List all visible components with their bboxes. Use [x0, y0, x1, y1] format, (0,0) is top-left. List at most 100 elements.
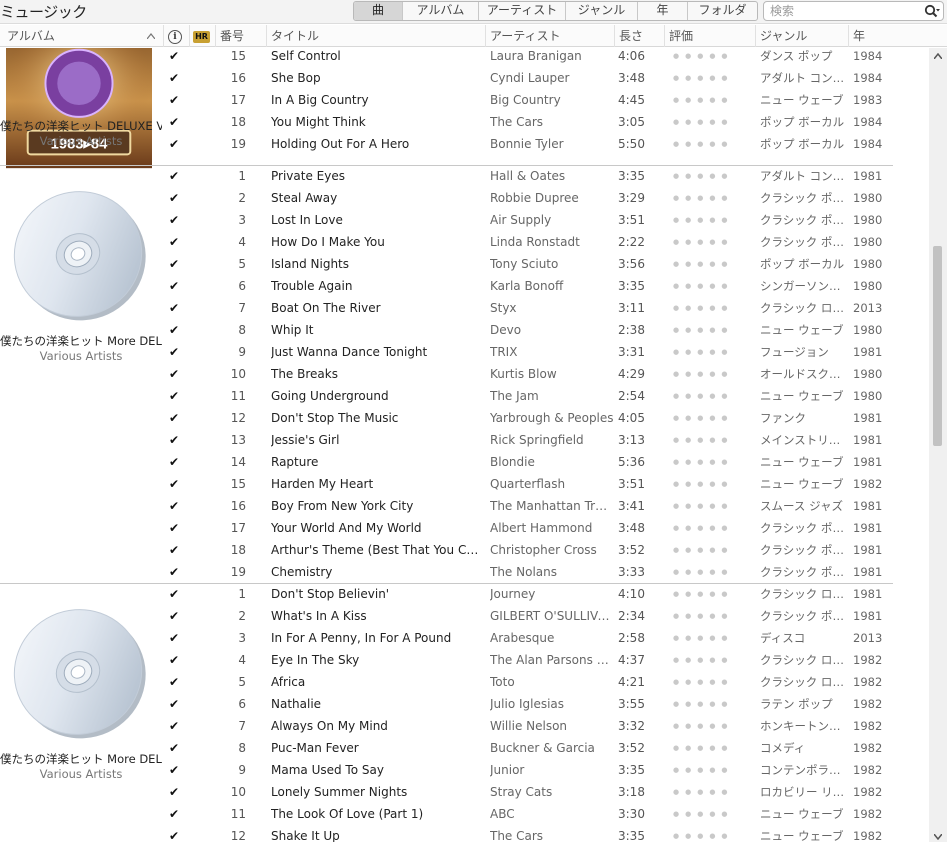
track-checkbox[interactable]: ✔: [169, 275, 183, 297]
track-rating[interactable]: ●●●●●: [673, 517, 753, 539]
track-checkbox[interactable]: ✔: [169, 561, 183, 583]
track-row[interactable]: ✔ 2 Steal Away Robbie Dupree 3:29 ●●●●● クラシック …: [162, 187, 893, 209]
track-checkbox[interactable]: ✔: [169, 605, 183, 627]
search-input[interactable]: [770, 3, 920, 19]
track-checkbox[interactable]: ✔: [169, 253, 183, 275]
track-row[interactable]: ✔ 11 Going Underground The Jam 2:54 ●●●●● ニュー …: [162, 385, 893, 407]
track-rating[interactable]: ●●●●●: [673, 275, 753, 297]
track-row[interactable]: ✔ 16 Boy From New York City The Manhattan T…: [162, 495, 893, 517]
track-checkbox[interactable]: ✔: [169, 429, 183, 451]
column-track-number[interactable]: 番号: [215, 25, 266, 47]
track-checkbox[interactable]: ✔: [169, 495, 183, 517]
track-row[interactable]: ✔ 9 Just Wanna Dance Tonight TRIX 3:31 ●●●●● フ…: [162, 341, 893, 363]
track-rating[interactable]: ●●●●●: [673, 605, 753, 627]
track-row[interactable]: ✔ 16 She Bop Cyndi Lauper 3:48 ●●●●● アダルト コンテン…: [162, 67, 893, 89]
track-checkbox[interactable]: ✔: [169, 539, 183, 561]
track-rating[interactable]: ●●●●●: [673, 165, 753, 187]
track-rating[interactable]: ●●●●●: [673, 67, 753, 89]
track-row[interactable]: ✔ 5 Island Nights Tony Sciuto 3:56 ●●●●● ポップ ボ…: [162, 253, 893, 275]
track-rating[interactable]: ●●●●●: [673, 473, 753, 495]
track-rating[interactable]: ●●●●●: [673, 48, 753, 67]
track-rating[interactable]: ●●●●●: [673, 583, 753, 605]
tab-artists[interactable]: アーティスト: [478, 2, 565, 20]
track-row[interactable]: ✔ 12 Shake It Up The Cars 3:35 ●●●●● ニュー ウェーブ 1…: [162, 825, 893, 842]
track-row[interactable]: ✔ 1 Don't Stop Believin' Journey 4:10 ●●●●● クラ…: [162, 583, 893, 605]
column-artist[interactable]: アーティスト: [485, 25, 614, 47]
track-checkbox[interactable]: ✔: [169, 341, 183, 363]
track-rating[interactable]: ●●●●●: [673, 209, 753, 231]
column-title[interactable]: タイトル: [266, 25, 485, 47]
track-rating[interactable]: ●●●●●: [673, 385, 753, 407]
track-checkbox[interactable]: ✔: [169, 111, 183, 133]
track-checkbox[interactable]: ✔: [169, 649, 183, 671]
track-checkbox[interactable]: ✔: [169, 825, 183, 842]
track-rating[interactable]: ●●●●●: [673, 231, 753, 253]
track-rating[interactable]: ●●●●●: [673, 451, 753, 473]
track-checkbox[interactable]: ✔: [169, 231, 183, 253]
track-checkbox[interactable]: ✔: [169, 759, 183, 781]
track-checkbox[interactable]: ✔: [169, 48, 183, 67]
track-row[interactable]: ✔ 8 Whip It Devo 2:38 ●●●●● ニュー ウェーブ 1980: [162, 319, 893, 341]
column-year[interactable]: 年: [848, 25, 929, 47]
track-row[interactable]: ✔ 18 You Might Think The Cars 3:05 ●●●●● ポップ ボ…: [162, 111, 893, 133]
track-checkbox[interactable]: ✔: [169, 693, 183, 715]
column-rating[interactable]: 評価: [664, 25, 755, 47]
track-rating[interactable]: ●●●●●: [673, 693, 753, 715]
track-rating[interactable]: ●●●●●: [673, 133, 753, 155]
track-rating[interactable]: ●●●●●: [673, 759, 753, 781]
track-row[interactable]: ✔ 8 Puc-Man Fever Buckner & Garcia 3:52 ●●●●●…: [162, 737, 893, 759]
track-row[interactable]: ✔ 3 Lost In Love Air Supply 3:51 ●●●●● クラシック ポ…: [162, 209, 893, 231]
track-rating[interactable]: ●●●●●: [673, 495, 753, 517]
track-rating[interactable]: ●●●●●: [673, 111, 753, 133]
track-row[interactable]: ✔ 18 Arthur's Theme (Best That You Can Do)…: [162, 539, 893, 561]
track-rating[interactable]: ●●●●●: [673, 561, 753, 583]
tab-albums[interactable]: アルバム: [402, 2, 478, 20]
track-checkbox[interactable]: ✔: [169, 209, 183, 231]
track-checkbox[interactable]: ✔: [169, 671, 183, 693]
track-rating[interactable]: ●●●●●: [673, 429, 753, 451]
track-row[interactable]: ✔ 19 Holding Out For A Hero Bonnie Tyler 5:5…: [162, 133, 893, 155]
track-checkbox[interactable]: ✔: [169, 89, 183, 111]
track-checkbox[interactable]: ✔: [169, 297, 183, 319]
track-rating[interactable]: ●●●●●: [673, 825, 753, 842]
scroll-up-icon[interactable]: [934, 53, 942, 59]
track-row[interactable]: ✔ 11 The Look Of Love (Part 1) ABC 3:30 ●●●●●…: [162, 803, 893, 825]
track-rating[interactable]: ●●●●●: [673, 627, 753, 649]
track-row[interactable]: ✔ 15 Self Control Laura Branigan 4:06 ●●●●● ダン…: [162, 48, 893, 67]
track-rating[interactable]: ●●●●●: [673, 649, 753, 671]
track-row[interactable]: ✔ 3 In For A Penny, In For A Pound Arabesqu…: [162, 627, 893, 649]
track-row[interactable]: ✔ 7 Always On My Mind Willie Nelson 3:32 ●●●●…: [162, 715, 893, 737]
track-rating[interactable]: ●●●●●: [673, 803, 753, 825]
track-checkbox[interactable]: ✔: [169, 187, 183, 209]
search-icon[interactable]: [924, 4, 940, 19]
track-rating[interactable]: ●●●●●: [673, 539, 753, 561]
track-checkbox[interactable]: ✔: [169, 803, 183, 825]
scrollbar-thumb[interactable]: [933, 246, 942, 446]
tab-genres[interactable]: ジャンル: [565, 2, 637, 20]
tab-folders[interactable]: フォルダ: [687, 2, 757, 20]
track-rating[interactable]: ●●●●●: [673, 671, 753, 693]
column-album[interactable]: アルバム: [0, 25, 163, 47]
column-genre[interactable]: ジャンル: [755, 25, 848, 47]
track-row[interactable]: ✔ 4 How Do I Make You Linda Ronstadt 2:22 ●●●…: [162, 231, 893, 253]
track-row[interactable]: ✔ 17 In A Big Country Big Country 4:45 ●●●●● ニ…: [162, 89, 893, 111]
track-checkbox[interactable]: ✔: [169, 737, 183, 759]
album-info[interactable]: 僕たちの洋楽ヒット More DEL... Various Artists: [0, 165, 162, 583]
track-checkbox[interactable]: ✔: [169, 715, 183, 737]
track-checkbox[interactable]: ✔: [169, 385, 183, 407]
track-checkbox[interactable]: ✔: [169, 473, 183, 495]
album-info[interactable]: 1983▸84 僕たちの洋楽ヒット DELUXE V... Various Arti…: [0, 48, 162, 169]
track-checkbox[interactable]: ✔: [169, 517, 183, 539]
track-rating[interactable]: ●●●●●: [673, 363, 753, 385]
track-checkbox[interactable]: ✔: [169, 627, 183, 649]
track-rating[interactable]: ●●●●●: [673, 407, 753, 429]
track-row[interactable]: ✔ 15 Harden My Heart Quarterflash 3:51 ●●●●● ニ…: [162, 473, 893, 495]
track-row[interactable]: ✔ 10 The Breaks Kurtis Blow 4:29 ●●●●● オールドスクー…: [162, 363, 893, 385]
track-row[interactable]: ✔ 17 Your World And My World Albert Hammond…: [162, 517, 893, 539]
track-checkbox[interactable]: ✔: [169, 451, 183, 473]
track-checkbox[interactable]: ✔: [169, 67, 183, 89]
tab-years[interactable]: 年: [637, 2, 687, 20]
track-rating[interactable]: ●●●●●: [673, 737, 753, 759]
track-checkbox[interactable]: ✔: [169, 407, 183, 429]
tab-songs[interactable]: 曲: [354, 2, 402, 20]
